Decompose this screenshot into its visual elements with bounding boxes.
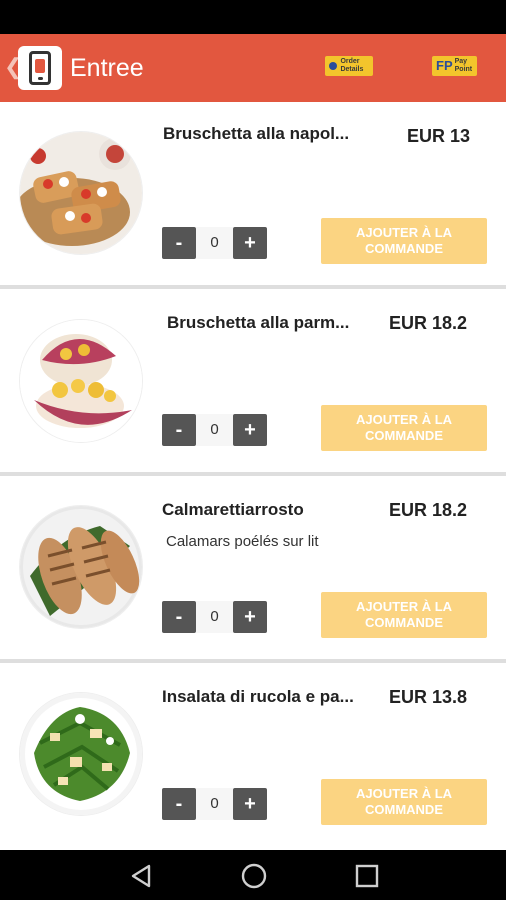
quantity-stepper: - 0 + (162, 601, 268, 633)
item-price: EUR 18.2 (389, 313, 468, 333)
item-price: EUR 13 (407, 126, 471, 146)
item-name[interactable]: Bruschetta alla parm... (167, 313, 349, 333)
system-navigation-bar (0, 850, 506, 900)
list-item: Insalata di rucola e pa... EUR 13.8 - 0 … (0, 663, 506, 850)
menu-list[interactable]: Bruschetta alla napol... EUR 13 - 0 + AJ… (0, 102, 506, 850)
increase-quantity-button[interactable]: + (233, 788, 267, 820)
order-details-button[interactable]: Order Details (325, 56, 373, 76)
quantity-value: 0 (196, 601, 233, 633)
decrease-quantity-button[interactable]: - (162, 414, 196, 446)
item-description: Calamars poélés sur lit (166, 533, 319, 550)
list-item: Calmarettiarrosto Calamars poélés sur li… (0, 476, 506, 663)
nav-recents-icon[interactable] (354, 863, 380, 889)
nav-back-icon[interactable] (129, 863, 155, 889)
list-item: Bruschetta alla napol... EUR 13 - 0 + AJ… (0, 102, 506, 289)
nav-home-icon[interactable] (241, 863, 267, 889)
pay-point-button[interactable]: FP Pay Point (432, 56, 477, 76)
quantity-stepper: - 0 + (162, 414, 268, 446)
increase-quantity-button[interactable]: + (233, 227, 267, 259)
add-to-order-button[interactable]: AJOUTER À LA COMMANDE (321, 218, 487, 264)
phone-menu-logo-icon[interactable] (18, 46, 62, 90)
item-name[interactable]: Insalata di rucola e pa... (162, 687, 354, 707)
status-bar (0, 0, 506, 34)
dish-photo (20, 320, 142, 442)
add-to-order-button[interactable]: AJOUTER À LA COMMANDE (321, 405, 487, 451)
quantity-value: 0 (196, 788, 233, 820)
decrease-quantity-button[interactable]: - (162, 788, 196, 820)
page-title: Entree (70, 54, 144, 82)
dish-photo (20, 132, 142, 254)
order-details-icon (329, 62, 338, 70)
order-details-label: Order Details (340, 58, 364, 73)
quantity-value: 0 (196, 414, 233, 446)
pay-point-label: Pay Point (454, 58, 473, 73)
decrease-quantity-button[interactable]: - (162, 227, 196, 259)
dish-photo (20, 693, 142, 815)
dish-photo (20, 506, 142, 628)
item-name[interactable]: Bruschetta alla napol... (163, 124, 349, 144)
increase-quantity-button[interactable]: + (233, 601, 267, 633)
pay-point-icon: FP (436, 58, 453, 73)
item-name[interactable]: Calmarettiarrosto (162, 500, 304, 520)
item-price: EUR 18.2 (389, 500, 468, 520)
app-bar: ❮ Entree Order Details FP Pay Point (0, 34, 506, 102)
add-to-order-button[interactable]: AJOUTER À LA COMMANDE (321, 592, 487, 638)
add-to-order-button[interactable]: AJOUTER À LA COMMANDE (321, 779, 487, 825)
list-item: Bruschetta alla parm... EUR 18.2 - 0 + A… (0, 289, 506, 476)
increase-quantity-button[interactable]: + (233, 414, 267, 446)
quantity-stepper: - 0 + (162, 227, 268, 259)
decrease-quantity-button[interactable]: - (162, 601, 196, 633)
quantity-stepper: - 0 + (162, 788, 268, 820)
quantity-value: 0 (196, 227, 233, 259)
item-price: EUR 13.8 (389, 687, 468, 707)
